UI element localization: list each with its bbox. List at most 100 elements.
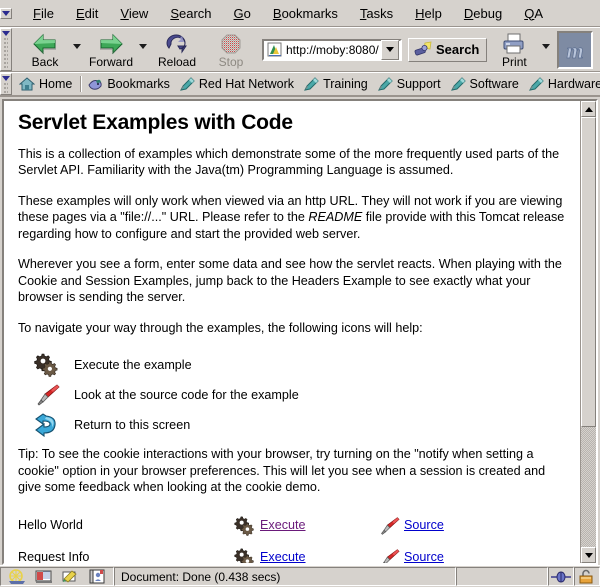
pencil-icon: [179, 76, 195, 92]
bookmark-item-label: Home: [39, 77, 72, 91]
flashlight-search-icon: [413, 41, 433, 59]
menu-item-bookmarks[interactable]: Bookmarks: [262, 3, 349, 24]
scroll-down-button[interactable]: [581, 547, 596, 563]
pencil-icon: [377, 76, 393, 92]
menu-item-edit[interactable]: Edit: [65, 3, 109, 24]
mail-icon[interactable]: [34, 568, 54, 585]
icon-legend: Execute the exampleLook at the source co…: [18, 350, 566, 440]
http-url-paragraph: These examples will only work when viewe…: [18, 193, 566, 243]
url-bar[interactable]: http://moby:8080/: [262, 39, 402, 61]
bookmarks-separator: [80, 76, 82, 92]
legend-label: Execute the example: [74, 357, 192, 374]
navigate-paragraph: To navigate your way through the example…: [18, 320, 566, 337]
forward-dropdown-icon[interactable]: [139, 44, 147, 49]
execute-link-group: Execute: [234, 548, 378, 564]
bookmark-item-bookmarks[interactable]: Bookmarks: [84, 74, 176, 94]
content-vertical-scrollbar[interactable]: [580, 101, 596, 563]
screwdriver-icon: [378, 516, 400, 536]
menu-bar-grippy[interactable]: [0, 8, 12, 19]
execute-cell: Execute: [234, 542, 378, 564]
url-input[interactable]: http://moby:8080/: [286, 42, 381, 58]
svg-text:m: m: [567, 38, 584, 63]
page-favicon-icon: [266, 42, 284, 58]
print-button-label: Print: [502, 56, 527, 68]
navigation-toolbar: Back Forward: [0, 27, 600, 72]
scrollbar-track[interactable]: [581, 117, 596, 547]
address-book-icon[interactable]: [87, 568, 107, 585]
bookmarks-bird-icon: [87, 76, 103, 92]
url-dropdown-button[interactable]: [381, 40, 399, 60]
reload-button[interactable]: Reload: [150, 31, 204, 68]
legend-label: Return to this screen: [74, 417, 190, 434]
gears-icon: [234, 548, 256, 564]
menu-item-search[interactable]: Search: [159, 3, 222, 24]
pencil-icon: [528, 76, 544, 92]
search-button[interactable]: Search: [408, 38, 487, 62]
forward-button[interactable]: Forward: [84, 31, 138, 68]
composer-icon[interactable]: [60, 568, 80, 585]
reload-arrow-icon: [164, 32, 190, 56]
menu-item-file[interactable]: File: [22, 3, 65, 24]
bookmark-item-label: Support: [397, 77, 441, 91]
menu-item-debug[interactable]: Debug: [453, 3, 513, 24]
back-dropdown-icon[interactable]: [73, 44, 81, 49]
bookmark-item-support[interactable]: Support: [374, 74, 447, 94]
execute-link-hello-world[interactable]: Execute: [260, 517, 306, 534]
forward-button-label: Forward: [89, 56, 133, 68]
legend-row: Return to this screen: [18, 410, 566, 440]
menu-item-go[interactable]: Go: [223, 3, 262, 24]
grippy-triangle-icon: [2, 11, 10, 16]
bookmark-item-label: Red Hat Network: [199, 77, 294, 91]
status-progress-area: [456, 567, 548, 586]
component-bar: [0, 567, 114, 586]
page-title: Servlet Examples with Code: [18, 115, 566, 132]
screwdriver-icon: [378, 548, 400, 564]
source-link-group: Source: [378, 516, 566, 536]
print-dropdown-icon[interactable]: [542, 44, 550, 49]
source-cell: Source: [378, 542, 566, 564]
form-usage-paragraph: Wherever you see a form, enter some data…: [18, 256, 566, 306]
bookmark-item-home[interactable]: Home: [16, 74, 78, 94]
menu-item-view[interactable]: View: [109, 3, 159, 24]
grippy-triangle-icon: [2, 31, 10, 36]
menu-item-qa[interactable]: QA: [513, 3, 554, 24]
cookie-tip-paragraph: Tip: To see the cookie interactions with…: [18, 446, 566, 496]
browser-window: FileEditViewSearchGoBookmarksTasksHelpDe…: [0, 0, 600, 587]
security-lock-indicator[interactable]: [574, 567, 600, 586]
table-row: Hello WorldExecuteSource: [18, 510, 566, 542]
source-link-group: Source: [378, 548, 566, 564]
return-arrow-icon: [34, 413, 60, 437]
navigator-icon[interactable]: [7, 568, 27, 585]
menu-item-help[interactable]: Help: [404, 3, 453, 24]
grippy-triangle-icon: [2, 76, 10, 81]
print-button[interactable]: Print: [487, 31, 541, 68]
menu-item-list: FileEditViewSearchGoBookmarksTasksHelpDe…: [12, 3, 554, 24]
bookmark-item-software[interactable]: Software: [447, 74, 525, 94]
navigation-toolbar-grippy[interactable]: [0, 28, 12, 71]
arrow-down-icon: [585, 553, 593, 558]
menu-item-tasks[interactable]: Tasks: [349, 3, 404, 24]
source-link-request-info[interactable]: Source: [404, 549, 444, 563]
scrollbar-thumb[interactable]: [581, 117, 596, 427]
bookmark-item-red-hat-network[interactable]: Red Hat Network: [176, 74, 300, 94]
connection-status-indicator[interactable]: [548, 567, 574, 586]
bookmark-item-hardware[interactable]: Hardware: [525, 74, 600, 94]
bookmarks-toolbar: Home Bookmarks Red Hat Network Training Supp…: [0, 72, 600, 96]
bookmarks-toolbar-grippy[interactable]: [0, 73, 12, 95]
example-name: Request Info: [18, 542, 234, 564]
back-button[interactable]: Back: [18, 31, 72, 68]
execute-link-request-info[interactable]: Execute: [260, 549, 306, 563]
reload-button-label: Reload: [158, 56, 196, 68]
connection-plug-icon: [550, 570, 572, 584]
pencil-icon: [303, 76, 319, 92]
forward-arrow-icon: [98, 32, 124, 56]
execute-link-group: Execute: [234, 516, 378, 536]
source-link-hello-world[interactable]: Source: [404, 517, 444, 534]
execute-cell: Execute: [234, 510, 378, 542]
gears-icon: [34, 353, 60, 377]
bookmark-item-training[interactable]: Training: [300, 74, 374, 94]
browser-logo[interactable]: m: [557, 31, 593, 69]
scroll-up-button[interactable]: [581, 101, 596, 117]
source-cell: Source: [378, 510, 566, 542]
legend-icon-cell: [34, 353, 74, 377]
